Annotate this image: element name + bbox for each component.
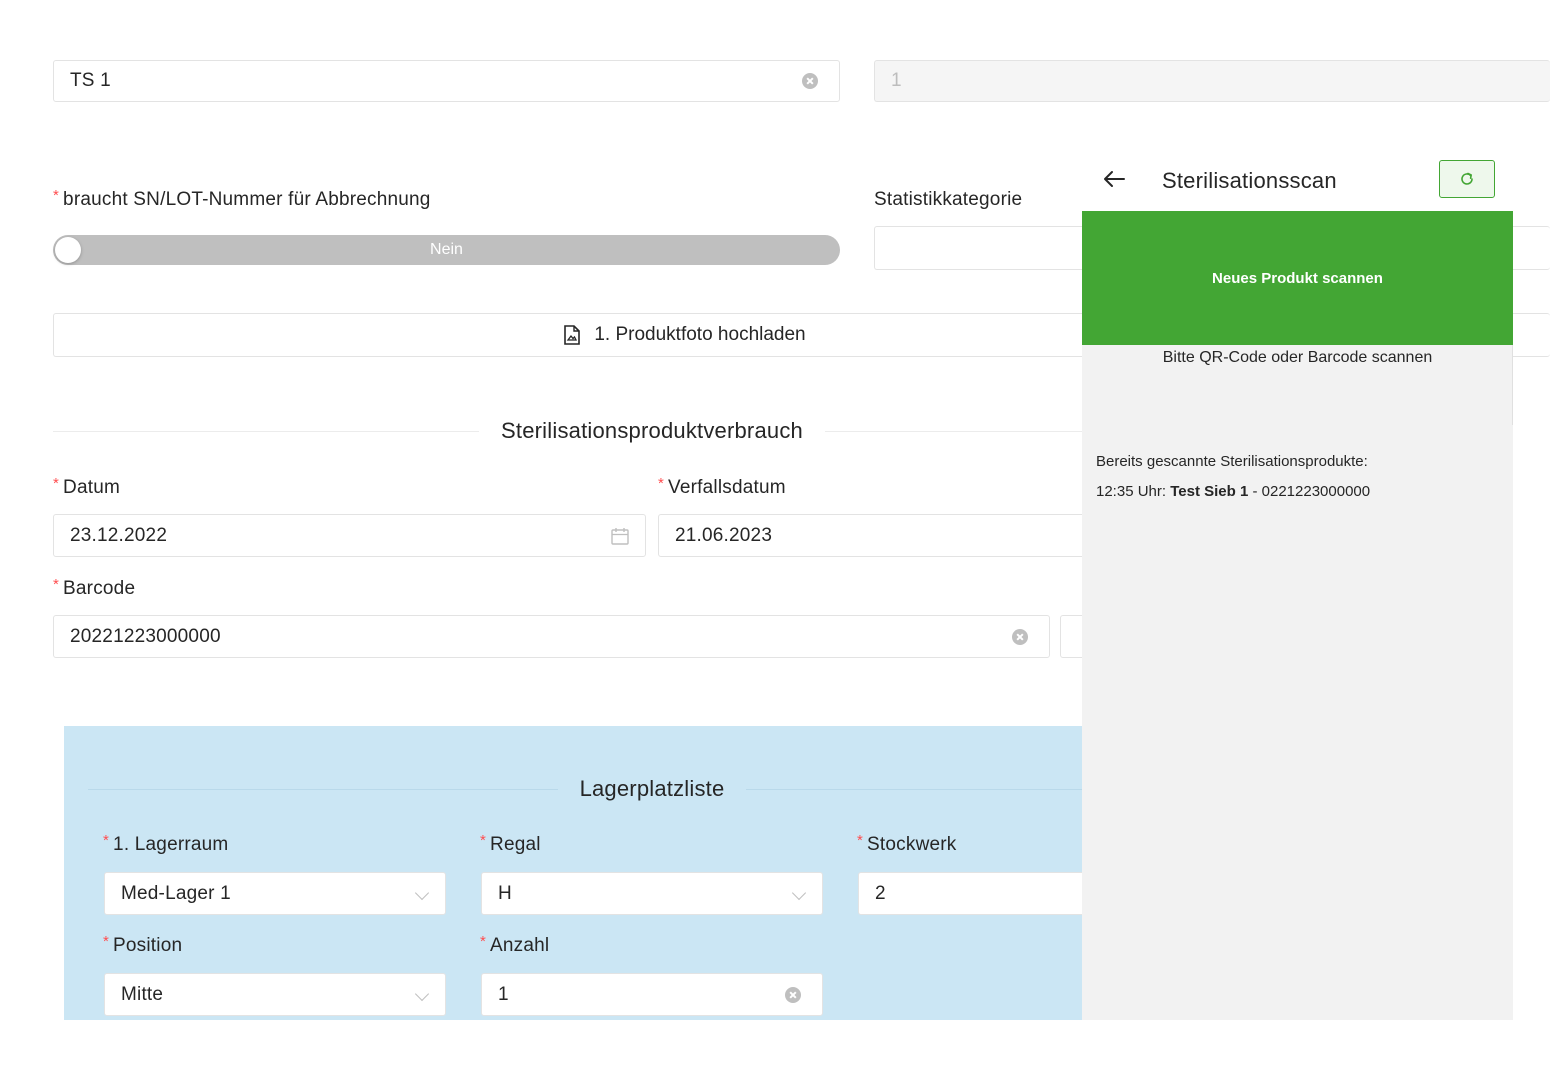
clear-icon[interactable] (1012, 628, 1028, 645)
lagerraum-label: * 1. Lagerraum (103, 832, 229, 855)
sn-lot-label: * braucht SN/LOT-Nummer für Abbrechnung (53, 187, 431, 210)
barcode-input[interactable]: 20221223000000 (53, 615, 1050, 658)
clear-icon[interactable] (785, 986, 801, 1003)
consumption-title: Sterilisationsproduktverbrauch (53, 418, 1251, 444)
arrow-left-icon[interactable] (1103, 170, 1125, 188)
stockwerk-value: 2 (875, 882, 886, 904)
sn-lot-toggle[interactable]: Nein (53, 235, 840, 265)
chevron-down-icon (414, 986, 430, 1002)
anzahl-input[interactable]: 1 (481, 973, 823, 1016)
scan-hint-divider (1512, 345, 1513, 425)
toggle-text: Nein (430, 241, 463, 258)
clear-icon[interactable] (802, 73, 818, 89)
ts-value: TS 1 (70, 70, 111, 91)
scan-panel-header: Sterilisationsscan (1082, 150, 1513, 211)
regal-select[interactable]: H (481, 872, 823, 915)
scan-button-label: Neues Produkt scannen (1212, 269, 1383, 287)
statistik-label: Statistikkategorie (874, 189, 1023, 210)
history-code: - 0221223000000 (1252, 483, 1371, 500)
refresh-button[interactable] (1439, 160, 1495, 198)
verfall-label: * Verfallsdatum (658, 475, 786, 498)
file-image-icon (564, 325, 581, 345)
count-field: 1 (874, 60, 1550, 102)
chevron-down-icon (414, 885, 430, 901)
scan-panel: Neues Produkt scannen Bitte QR-Code oder… (1082, 211, 1513, 1020)
datum-value: 23.12.2022 (70, 524, 168, 546)
position-value: Mitte (121, 983, 164, 1005)
calendar-icon[interactable] (611, 527, 629, 545)
new-product-scan-button[interactable]: Neues Produkt scannen (1082, 211, 1513, 345)
lagerraum-select[interactable]: Med-Lager 1 (104, 872, 446, 915)
anzahl-value: 1 (498, 983, 509, 1005)
upload-label: 1. Produktfoto hochladen (594, 324, 806, 345)
position-label: * Position (103, 933, 183, 956)
history-item: 12:35 Uhr: Test Sieb 1 - 0221223000000 (1096, 483, 1370, 500)
history-product: Test Sieb 1 (1170, 483, 1249, 500)
datum-label: * Datum (53, 475, 121, 498)
history-label: Bereits gescannte Sterilisationsprodukte… (1096, 453, 1368, 470)
ts-select[interactable]: TS 1 (53, 60, 840, 102)
history-time: 12:35 Uhr: (1096, 483, 1167, 500)
required-marker: * (53, 187, 60, 204)
barcode-label: * Barcode (53, 576, 136, 599)
lagerraum-value: Med-Lager 1 (121, 882, 231, 904)
refresh-icon (1461, 172, 1473, 185)
scan-hint: Bitte QR-Code oder Barcode scannen (1162, 349, 1433, 366)
regal-label: * Regal (480, 832, 541, 855)
stockwerk-label: * Stockwerk (857, 832, 957, 855)
datum-datepicker[interactable]: 23.12.2022 (53, 514, 646, 557)
anzahl-label: * Anzahl (480, 933, 550, 956)
verfall-value: 21.06.2023 (675, 524, 773, 546)
chevron-down-icon (791, 885, 807, 901)
storage-title: Lagerplatzliste (88, 776, 1216, 802)
barcode-value: 20221223000000 (70, 625, 221, 647)
position-select[interactable]: Mitte (104, 973, 446, 1016)
scan-panel-title: Sterilisationsscan (1162, 168, 1337, 193)
count-value: 1 (891, 70, 902, 91)
regal-value: H (498, 882, 512, 904)
